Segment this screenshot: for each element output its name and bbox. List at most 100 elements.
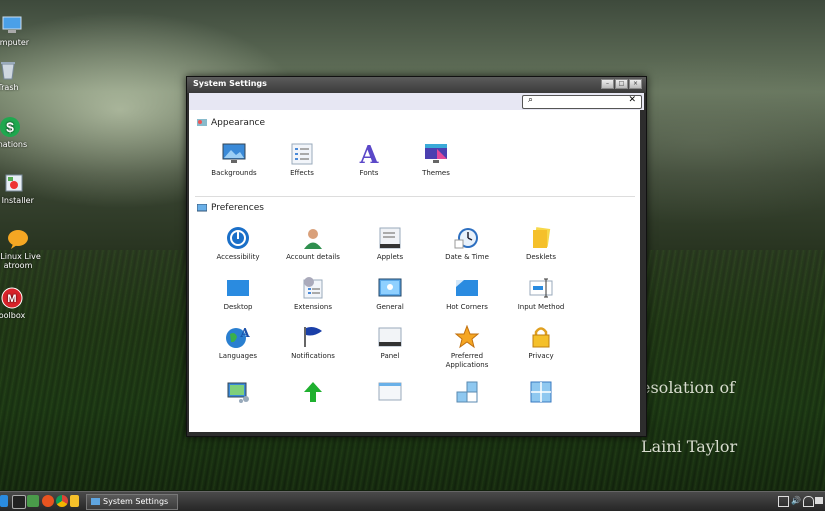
minimize-button[interactable]: – <box>601 79 614 89</box>
wallpaper-quote-line: esolation of <box>641 378 736 397</box>
desktop-icon-donations[interactable]: $ onations <box>0 116 40 149</box>
settings-item-privacy[interactable]: Privacy <box>506 325 576 361</box>
desktop-icon-installer[interactable]: e Installer <box>0 172 44 205</box>
desktop-icon-chatroom[interactable]: uLinux Live atroom <box>0 228 48 270</box>
accessibility-icon <box>227 227 249 249</box>
desktop-icon-label: omputer <box>0 38 30 47</box>
desktop-icon-trash[interactable]: Trash <box>0 59 38 92</box>
menu-icon[interactable] <box>0 495 8 507</box>
keyboard-icon[interactable] <box>815 497 823 504</box>
settings-item-languages[interactable]: A Languages <box>203 325 273 361</box>
settings-item-label: Desktop <box>223 303 253 311</box>
desktop-icon-label: onations <box>0 140 28 149</box>
applets-icon <box>379 227 401 249</box>
preferred-apps-icon <box>454 325 480 349</box>
chat-icon <box>8 230 28 249</box>
languages-icon: A <box>226 326 250 348</box>
settings-item-label: Preferred Applications <box>445 352 489 369</box>
ubuntu-icon[interactable] <box>42 495 54 507</box>
desktop-icon <box>227 280 249 296</box>
network-tray-icon[interactable] <box>778 496 789 507</box>
account-icon <box>304 229 322 249</box>
desktop-icon-label: Trash <box>0 83 19 92</box>
settings-item-panel[interactable]: Panel <box>355 325 425 361</box>
panel-icon <box>378 327 402 347</box>
wifi-icon[interactable] <box>803 496 814 507</box>
volume-icon[interactable]: 🔊 <box>791 496 801 505</box>
settings-item-accessibility[interactable]: Accessibility <box>203 226 273 262</box>
settings-item-notifications[interactable]: Notifications <box>278 325 348 361</box>
settings-item-label: Hot Corners <box>446 303 488 311</box>
settings-item-label: Fonts <box>359 169 379 177</box>
svg-text:A: A <box>359 142 379 166</box>
effects-icon <box>291 143 313 165</box>
settings-item-desktop[interactable]: Desktop <box>203 276 273 312</box>
settings-item-workspaces[interactable] <box>506 380 576 407</box>
settings-item-label: Date & Time <box>445 253 489 261</box>
window-titlebar[interactable]: System Settings – □ × <box>187 77 646 93</box>
installer-icon <box>5 174 23 192</box>
bottom-panel: System Settings 🔊 <box>0 491 825 511</box>
settings-item-hot-corners[interactable]: Hot Corners <box>432 276 502 312</box>
settings-item-extensions[interactable]: Extensions <box>278 276 348 312</box>
computer-icon <box>2 16 22 33</box>
desktop-icon-label: e Installer <box>0 196 34 205</box>
window-controls: – □ × <box>601 79 642 89</box>
taskbar-button-system-settings[interactable]: System Settings <box>86 494 178 510</box>
system-settings-window: System Settings – □ × ⌕ ✕ Appearance Bac… <box>186 76 647 437</box>
workspaces-icon <box>530 381 552 403</box>
settings-item-general[interactable]: General <box>355 276 425 312</box>
settings-item-label: Accessibility <box>216 253 260 261</box>
themes-icon <box>425 144 447 163</box>
settings-item-label: Backgrounds <box>211 169 257 177</box>
settings-item-label: Desklets <box>525 253 557 261</box>
input-method-icon <box>529 278 553 298</box>
settings-content: Appearance Backgrounds Effects A Fonts T… <box>189 110 640 432</box>
search-input[interactable] <box>538 96 623 106</box>
desktop-icon-computer[interactable]: omputer <box>0 14 42 47</box>
settings-item-input-method[interactable]: Input Method <box>506 276 576 312</box>
settings-item-startup[interactable] <box>278 380 348 407</box>
section-header-preferences: Preferences <box>197 203 264 213</box>
terminal-icon[interactable] <box>12 495 26 509</box>
settings-item-label: General <box>376 303 404 311</box>
settings-item-label: Privacy <box>528 352 554 360</box>
settings-item-label: Input Method <box>517 303 565 311</box>
svg-text:M: M <box>7 293 16 305</box>
settings-item-effects[interactable]: Effects <box>267 142 337 178</box>
search-icon: ⌕ <box>528 95 534 105</box>
clock-icon <box>454 228 478 249</box>
settings-item-windows[interactable] <box>355 380 425 407</box>
general-icon <box>378 278 402 297</box>
section-title: Appearance <box>211 118 266 128</box>
settings-item-fonts[interactable]: A Fonts <box>334 142 404 178</box>
windows-icon <box>378 382 402 401</box>
settings-task-icon <box>91 498 100 505</box>
wallpaper-quote-author: Laini Taylor <box>641 437 738 456</box>
settings-item-backgrounds[interactable]: Backgrounds <box>199 142 269 178</box>
close-button[interactable]: × <box>629 79 642 89</box>
svg-text:A: A <box>239 326 250 340</box>
search-field[interactable]: ⌕ ✕ <box>522 95 642 109</box>
extensions-icon <box>303 277 323 299</box>
files-icon[interactable] <box>70 495 79 507</box>
settings-item-label: Panel <box>380 352 400 360</box>
hot-corners-icon <box>456 280 478 296</box>
preferences-icon <box>197 203 207 211</box>
clear-icon[interactable]: ✕ <box>628 95 636 105</box>
settings-item-applets[interactable]: Applets <box>355 226 425 262</box>
settings-item-desklets[interactable]: Desklets <box>506 226 576 262</box>
maximize-button[interactable]: □ <box>615 79 628 89</box>
settings-item-network[interactable] <box>203 380 273 407</box>
settings-item-date-time[interactable]: Date & Time <box>432 226 502 262</box>
settings-item-preferred-applications[interactable]: Preferred Applications <box>432 325 502 370</box>
chrome-icon[interactable] <box>56 495 68 507</box>
desktop-icon-toolbox[interactable]: M oolbox <box>0 287 42 320</box>
settings-item-account-details[interactable]: Account details <box>278 226 348 262</box>
settings-item-themes[interactable]: Themes <box>401 142 471 178</box>
settings-item-label: Applets <box>376 253 404 261</box>
trash-icon <box>1 62 15 80</box>
settings-item-label: Themes <box>422 169 450 177</box>
installer-icon[interactable] <box>27 495 39 507</box>
settings-item-window-tiling[interactable] <box>432 380 502 407</box>
